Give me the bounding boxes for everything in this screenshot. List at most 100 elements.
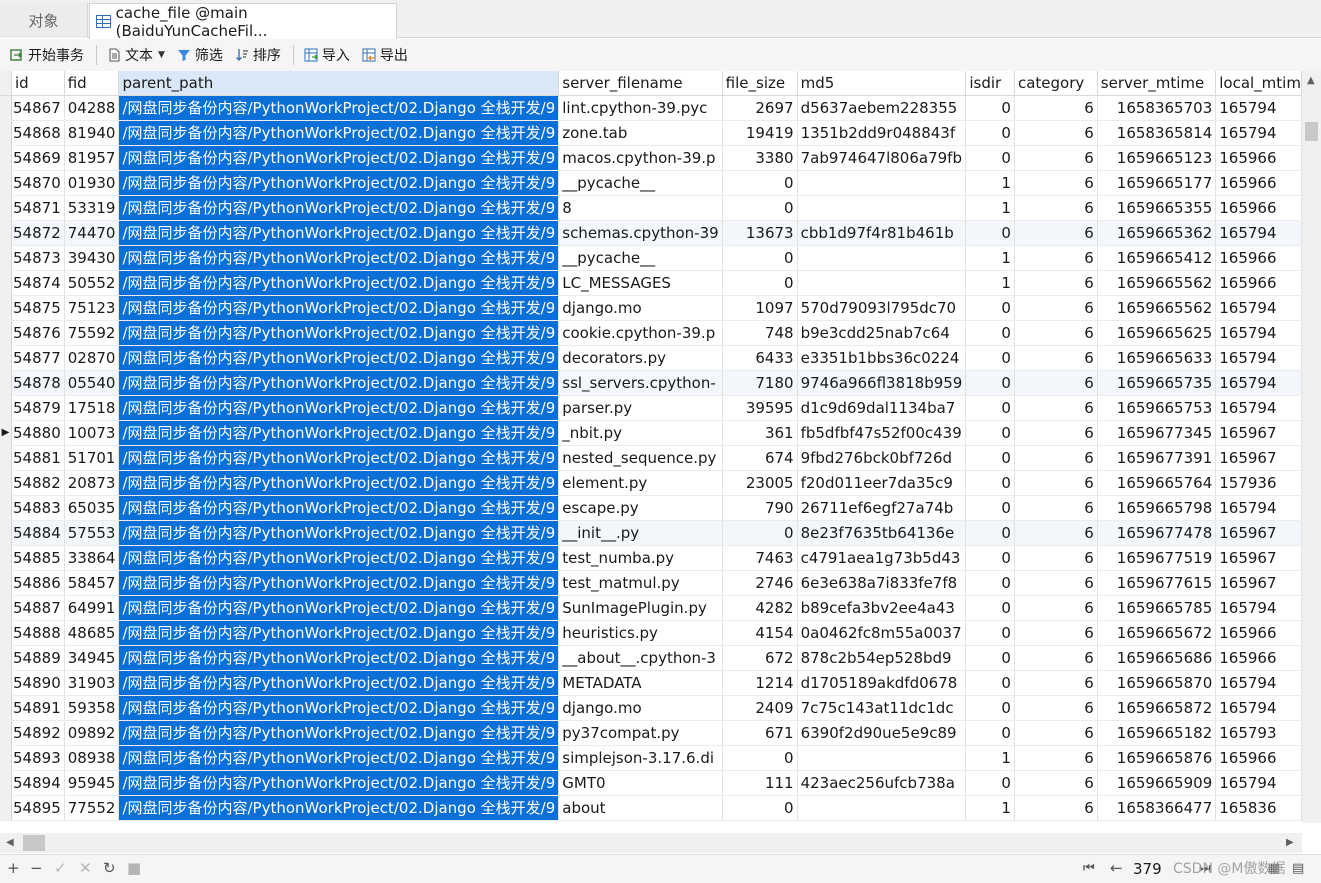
cell-fid[interactable]: 08938 bbox=[64, 745, 120, 771]
cell-local-mtime[interactable]: 165794 bbox=[1215, 395, 1302, 421]
cell-md5[interactable]: 7c75c143at11dc1dc bbox=[797, 695, 967, 721]
table-row[interactable]: 54884 57553/网盘同步备份内容/PythonWorkProject/02… bbox=[0, 520, 1302, 546]
cell-server-mtime[interactable]: 1659665672 bbox=[1097, 620, 1217, 646]
cell-isdir[interactable]: 0 bbox=[965, 470, 1015, 496]
column-header-fid[interactable]: fid bbox=[64, 71, 120, 96]
cell-local-mtime[interactable]: 165967 bbox=[1215, 570, 1302, 596]
cell-md5[interactable]: 0a0462fc8m55a0037 bbox=[797, 620, 967, 646]
cell-category[interactable]: 6 bbox=[1014, 670, 1098, 696]
cell-file-size[interactable]: 19419 bbox=[722, 120, 798, 146]
cell-server-filename[interactable]: heuristics.py bbox=[558, 620, 723, 646]
cell-fid[interactable]: 95945 bbox=[64, 770, 120, 796]
cell-category[interactable]: 6 bbox=[1014, 270, 1098, 296]
cell-id[interactable]: 54895 bbox=[11, 795, 65, 821]
cell-category[interactable]: 6 bbox=[1014, 120, 1098, 146]
cell-isdir[interactable]: 0 bbox=[965, 695, 1015, 721]
text-button[interactable]: 文本 ▼ bbox=[105, 42, 167, 68]
cell-file-size[interactable]: 361 bbox=[722, 420, 798, 446]
cell-id[interactable]: 54893 bbox=[11, 745, 65, 771]
vertical-scroll-thumb[interactable] bbox=[1305, 122, 1318, 141]
cell-category[interactable]: 6 bbox=[1014, 520, 1098, 546]
cell-isdir[interactable]: 1 bbox=[965, 195, 1015, 221]
horizontal-scroll-thumb[interactable] bbox=[23, 835, 45, 851]
cell-server-mtime[interactable]: 1659665633 bbox=[1097, 345, 1217, 371]
cell-id[interactable]: 54883 bbox=[11, 495, 65, 521]
cell-md5[interactable]: 6e3e638a7i833fe7f8 bbox=[797, 570, 967, 596]
cell-file-size[interactable]: 671 bbox=[722, 720, 798, 746]
table-row[interactable]: 54881 51701/网盘同步备份内容/PythonWorkProject/02… bbox=[0, 445, 1302, 471]
cell-local-mtime[interactable]: 165967 bbox=[1215, 445, 1302, 471]
cell-local-mtime[interactable]: 165794 bbox=[1215, 345, 1302, 371]
cell-file-size[interactable]: 0 bbox=[722, 195, 798, 221]
cell-server-mtime[interactable]: 1659677478 bbox=[1097, 520, 1217, 546]
cell-server-filename[interactable]: __about__.cpython-3 bbox=[558, 645, 723, 671]
table-row[interactable]: 54890 31903/网盘同步备份内容/PythonWorkProject/02… bbox=[0, 670, 1302, 696]
cell-file-size[interactable]: 7180 bbox=[722, 370, 798, 396]
cell-parent-path[interactable]: /网盘同步备份内容/PythonWorkProject/02.Django 全栈… bbox=[118, 745, 560, 771]
cell-isdir[interactable]: 0 bbox=[965, 495, 1015, 521]
cell-parent-path[interactable]: /网盘同步备份内容/PythonWorkProject/02.Django 全栈… bbox=[118, 145, 560, 171]
cell-local-mtime[interactable]: 165794 bbox=[1215, 295, 1302, 321]
cell-isdir[interactable]: 0 bbox=[965, 420, 1015, 446]
cell-server-filename[interactable]: test_numba.py bbox=[558, 545, 723, 571]
cell-md5[interactable]: 8e23f7635tb64136e bbox=[797, 520, 967, 546]
cell-fid[interactable]: 59358 bbox=[64, 695, 120, 721]
cell-file-size[interactable]: 0 bbox=[722, 245, 798, 271]
cell-isdir[interactable]: 0 bbox=[965, 595, 1015, 621]
cell-category[interactable]: 6 bbox=[1014, 745, 1098, 771]
cell-local-mtime[interactable]: 165794 bbox=[1215, 95, 1302, 121]
cell-parent-path[interactable]: /网盘同步备份内容/PythonWorkProject/02.Django 全栈… bbox=[118, 720, 560, 746]
table-row[interactable]: 54892 09892/网盘同步备份内容/PythonWorkProject/02… bbox=[0, 720, 1302, 746]
table-row[interactable]: 54871 53319/网盘同步备份内容/PythonWorkProject/02… bbox=[0, 195, 1302, 221]
cell-id[interactable]: 54874 bbox=[11, 270, 65, 296]
cell-isdir[interactable]: 0 bbox=[965, 220, 1015, 246]
scroll-left-icon[interactable]: ◀ bbox=[6, 837, 14, 848]
cell-isdir[interactable]: 0 bbox=[965, 445, 1015, 471]
cell-fid[interactable]: 81940 bbox=[64, 120, 120, 146]
scroll-up-icon[interactable]: ▲ bbox=[1307, 75, 1315, 86]
cell-server-filename[interactable]: macos.cpython-39.p bbox=[558, 145, 723, 171]
cell-isdir[interactable]: 1 bbox=[965, 245, 1015, 271]
cell-parent-path[interactable]: /网盘同步备份内容/PythonWorkProject/02.Django 全栈… bbox=[118, 320, 560, 346]
cell-fid[interactable]: 58457 bbox=[64, 570, 120, 596]
cell-parent-path[interactable]: /网盘同步备份内容/PythonWorkProject/02.Django 全栈… bbox=[118, 220, 560, 246]
cell-md5[interactable] bbox=[797, 745, 967, 771]
cell-fid[interactable]: 39430 bbox=[64, 245, 120, 271]
column-header-id[interactable]: id bbox=[11, 71, 65, 96]
plus-icon[interactable]: + bbox=[7, 859, 20, 877]
cell-file-size[interactable]: 0 bbox=[722, 520, 798, 546]
cell-id[interactable]: 54867 bbox=[11, 95, 65, 121]
cell-id[interactable]: 54880 bbox=[11, 420, 65, 446]
cell-category[interactable]: 6 bbox=[1014, 595, 1098, 621]
cell-file-size[interactable]: 7463 bbox=[722, 545, 798, 571]
table-row[interactable]: 54878 05540/网盘同步备份内容/PythonWorkProject/02… bbox=[0, 370, 1302, 396]
cell-parent-path[interactable]: /网盘同步备份内容/PythonWorkProject/02.Django 全栈… bbox=[118, 520, 560, 546]
cell-file-size[interactable]: 0 bbox=[722, 170, 798, 196]
cell-server-mtime[interactable]: 1659665625 bbox=[1097, 320, 1217, 346]
cell-server-mtime[interactable]: 1659677615 bbox=[1097, 570, 1217, 596]
cell-server-filename[interactable]: test_matmul.py bbox=[558, 570, 723, 596]
cell-server-filename[interactable]: METADATA bbox=[558, 670, 723, 696]
sort-button[interactable]: 排序 bbox=[233, 42, 283, 68]
cell-md5[interactable]: 1351b2dd9r048843f bbox=[797, 120, 967, 146]
cell-parent-path[interactable]: /网盘同步备份内容/PythonWorkProject/02.Django 全栈… bbox=[118, 770, 560, 796]
table-row[interactable]: ▶ 54880 10073/网盘同步备份内容/PythonWorkProject/0… bbox=[0, 420, 1302, 446]
cell-md5[interactable] bbox=[797, 195, 967, 221]
table-row[interactable]: 54874 50552/网盘同步备份内容/PythonWorkProject/02… bbox=[0, 270, 1302, 296]
cell-fid[interactable]: 34945 bbox=[64, 645, 120, 671]
cell-id[interactable]: 54884 bbox=[11, 520, 65, 546]
cell-isdir[interactable]: 0 bbox=[965, 120, 1015, 146]
table-row[interactable]: 54888 48685/网盘同步备份内容/PythonWorkProject/02… bbox=[0, 620, 1302, 646]
cell-category[interactable]: 6 bbox=[1014, 245, 1098, 271]
cell-id[interactable]: 54879 bbox=[11, 395, 65, 421]
cell-id[interactable]: 54892 bbox=[11, 720, 65, 746]
cell-category[interactable]: 6 bbox=[1014, 195, 1098, 221]
cell-local-mtime[interactable]: 165966 bbox=[1215, 620, 1302, 646]
table-row[interactable]: 54873 39430/网盘同步备份内容/PythonWorkProject/02… bbox=[0, 245, 1302, 271]
cell-isdir[interactable]: 0 bbox=[965, 320, 1015, 346]
cell-parent-path[interactable]: /网盘同步备份内容/PythonWorkProject/02.Django 全栈… bbox=[118, 570, 560, 596]
cell-server-mtime[interactable]: 1659677519 bbox=[1097, 545, 1217, 571]
cell-local-mtime[interactable]: 165966 bbox=[1215, 645, 1302, 671]
cell-fid[interactable]: 09892 bbox=[64, 720, 120, 746]
cell-local-mtime[interactable]: 165794 bbox=[1215, 695, 1302, 721]
